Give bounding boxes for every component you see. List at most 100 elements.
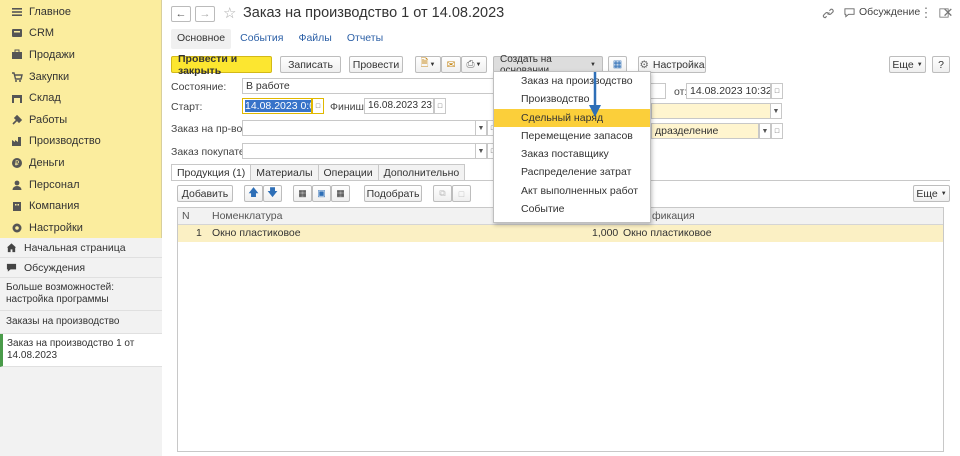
sidebar-item-menu[interactable]: Главное	[0, 1, 161, 23]
favorite-star-icon[interactable]: ☆	[223, 4, 236, 22]
sidebar-item-personnel[interactable]: Персонал	[0, 174, 161, 196]
menu-item[interactable]: Событие	[494, 200, 650, 218]
production-icon	[10, 135, 23, 148]
tab-products[interactable]: Продукция (1)	[171, 164, 252, 181]
copy-icon: ⧉	[439, 188, 446, 198]
tab-operations[interactable]: Операции	[317, 164, 379, 181]
spec-button[interactable]: ▣	[312, 185, 331, 202]
chevron-down-icon[interactable]: ▼	[475, 120, 487, 136]
post-and-close-button[interactable]: Провести и закрыть	[171, 53, 272, 77]
help-button[interactable]: ?	[932, 56, 950, 73]
history-item-setup[interactable]: Больше возможностей: настройка программы	[0, 278, 162, 311]
create-based-on-menu: Заказ на производство Производство Сдельны…	[493, 71, 651, 223]
save-button[interactable]: Записать	[280, 56, 341, 73]
chevron-down-icon[interactable]: ▼	[770, 103, 782, 119]
customer-order-field[interactable]	[242, 143, 487, 159]
works-icon	[10, 113, 23, 126]
menu-item[interactable]: Акт выполненных работ	[494, 182, 650, 200]
printer-icon: ⎙	[466, 59, 475, 70]
menu-item[interactable]: Перемещение запасов	[494, 127, 650, 145]
col-spec[interactable]: фикация	[652, 210, 695, 222]
sidebar-item-label: Закупки	[29, 70, 70, 83]
close-icon[interactable]: ✕	[941, 5, 955, 20]
tab-reports[interactable]: Отчеты	[341, 29, 389, 49]
finish-field[interactable]: 16.08.2023 23:59	[364, 98, 434, 114]
move-down-button[interactable]: 🡇	[263, 185, 282, 202]
post-button[interactable]: Провести	[349, 56, 403, 73]
paste-button[interactable]: □	[452, 185, 471, 202]
move-up-button[interactable]: 🡅	[244, 185, 263, 202]
menu-item[interactable]: Сдельный наряд	[494, 108, 650, 127]
link-icon[interactable]	[821, 6, 835, 20]
production-order-field[interactable]	[242, 120, 487, 136]
gear-icon: ⚙	[639, 58, 649, 71]
table-row[interactable]: 1 Окно пластиковое 1,000 Окно пластиково…	[178, 225, 943, 242]
settings-icon	[10, 221, 23, 234]
sidebar-item-company[interactable]: Компания	[0, 195, 161, 217]
back-button[interactable]: ←	[171, 6, 191, 22]
more-button[interactable]: Еще ▼	[889, 56, 926, 73]
col-item[interactable]: Номенклатура	[212, 210, 282, 222]
history-item-current-order[interactable]: Заказ на производство 1 от 14.08.2023	[0, 334, 162, 367]
cell-n: 1	[196, 227, 202, 239]
date-field[interactable]: 14.08.2023 10:32:02	[686, 83, 771, 99]
company-icon	[10, 200, 23, 213]
sidebar-item-settings[interactable]: Настройки	[0, 217, 161, 239]
forward-button[interactable]: →	[195, 6, 215, 22]
menu-item[interactable]: Заказ поставщику	[494, 145, 650, 163]
sidebar-item-label: Персонал	[29, 178, 80, 191]
tab-files[interactable]: Файлы	[292, 29, 337, 49]
sidebar-item-sales[interactable]: Продажи	[0, 44, 161, 66]
products-table: N Номенклатура фикация 1 Окно пластиково…	[177, 207, 944, 452]
discussion-icon	[844, 7, 855, 18]
chevron-down-icon[interactable]: ▼	[759, 123, 771, 139]
documents-menu-button[interactable]: 🗎 ▼	[415, 56, 441, 73]
tab-main[interactable]: Основное	[171, 29, 232, 49]
field-right-1[interactable]	[651, 103, 782, 119]
cell-qty: 1,000	[592, 227, 619, 239]
more-vert-icon[interactable]: ⋮	[919, 5, 933, 20]
sidebar-item-purchases[interactable]: Закупки	[0, 66, 161, 88]
add-button[interactable]: Добавить	[177, 185, 233, 202]
sidebar-item-label: CRM	[29, 27, 55, 40]
sidebar-item-production[interactable]: Производство	[0, 131, 161, 153]
menu-item[interactable]: Распределение затрат	[494, 163, 650, 181]
sidebar-item-crm[interactable]: CRM	[0, 23, 161, 45]
table-more-button[interactable]: Еще ▼	[913, 185, 950, 202]
sales-icon	[10, 48, 23, 61]
sidebar-item-money[interactable]: ₽ Деньги	[0, 152, 161, 174]
sidebar-item-warehouse[interactable]: Склад	[0, 87, 161, 109]
calendar-icon[interactable]: □	[434, 98, 446, 114]
calendar-icon[interactable]: □	[771, 83, 783, 99]
chevron-down-icon: ▼	[590, 61, 596, 68]
sidebar-item-label: Компания	[29, 200, 80, 213]
sidebar-item-label: Работы	[29, 113, 68, 126]
history-item-orders[interactable]: Заказы на производство	[0, 311, 162, 334]
copy-button[interactable]: ⧉	[433, 185, 452, 202]
calc-button[interactable]: ▦	[331, 185, 350, 202]
col-n[interactable]: N	[182, 210, 190, 222]
email-button[interactable]: ✉	[441, 56, 461, 73]
discussions-link[interactable]: Обсуждения	[0, 258, 162, 278]
pick-button[interactable]: Подобрать	[364, 185, 422, 202]
home-page-link[interactable]: Начальная страница	[0, 238, 162, 258]
menu-item[interactable]: Заказ на производство	[494, 72, 650, 90]
discussion-button[interactable]: Обсуждение	[844, 6, 920, 18]
order-label: Заказ на пр-во:	[171, 123, 246, 135]
chevron-down-icon[interactable]: ▼	[475, 143, 487, 159]
svg-text:₽: ₽	[14, 159, 19, 167]
menu-item[interactable]: Производство	[494, 90, 650, 108]
start-field[interactable]: 14.08.2023 0:00	[242, 98, 312, 114]
state-field[interactable]: В работе	[242, 78, 496, 94]
print-button[interactable]: ⎙ ▼	[461, 56, 487, 73]
sidebar-item-works[interactable]: Работы	[0, 109, 161, 131]
department-field[interactable]: дразделение	[651, 123, 759, 139]
calendar-icon[interactable]: □	[312, 98, 324, 114]
tab-additional[interactable]: Дополнительно	[377, 164, 466, 181]
sidebar-item-label: Склад	[29, 92, 61, 105]
fill-button[interactable]: ▦	[293, 185, 312, 202]
form-tabs: Основное События Файлы Отчеты	[171, 29, 392, 49]
open-icon[interactable]: □	[771, 123, 783, 139]
tab-materials[interactable]: Материалы	[250, 164, 319, 181]
tab-events[interactable]: События	[234, 29, 289, 49]
